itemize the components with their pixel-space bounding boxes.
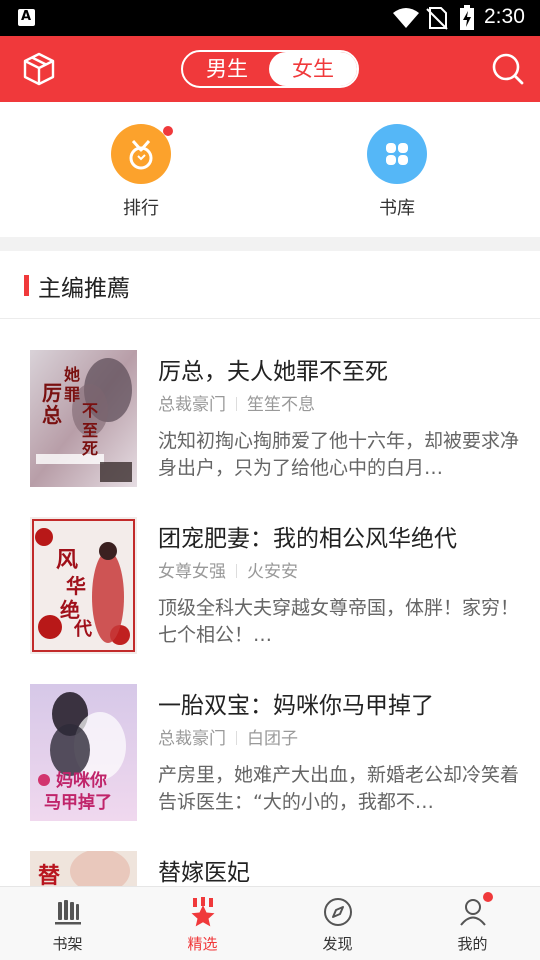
book-meta: 女尊女强 火安安 <box>158 557 298 582</box>
quick-entries: 排行 书库 <box>0 102 540 237</box>
nav-bookshelf-label: 书架 <box>52 935 83 953</box>
book-description: 产房里，她难产大出血，新婚老公却冷笑着告诉医生：“大的小的，我都不… <box>158 764 520 813</box>
book-cover[interactable]: 厉 总 她 罪 不 至 死 <box>30 350 137 487</box>
search-icon[interactable] <box>491 52 525 86</box>
svg-text:妈咪你: 妈咪你 <box>56 770 107 791</box>
rank-label: 排行 <box>123 198 159 219</box>
gender-male-tab[interactable]: 男生 <box>183 52 271 86</box>
book-box-icon[interactable] <box>22 52 56 86</box>
battery-icon <box>460 5 474 30</box>
svg-text:罪: 罪 <box>64 385 80 404</box>
section-accent-bar <box>24 275 29 296</box>
svg-text:死: 死 <box>82 439 98 458</box>
medal-icon <box>129 140 153 170</box>
gender-toggle[interactable]: 男生 女生 <box>181 50 359 88</box>
library-entry[interactable]: 书库 <box>347 124 447 220</box>
book-category: 总裁豪门 <box>158 729 226 749</box>
rank-entry[interactable]: 排行 <box>91 124 191 220</box>
book-cover[interactable]: 风 华 绝 代 <box>30 517 137 654</box>
svg-text:代: 代 <box>73 619 92 640</box>
book-description: 顶级全科大夫穿越女尊帝国，体胖！家穷！七个相公！… <box>158 597 520 646</box>
svg-text:不: 不 <box>82 401 98 420</box>
book-author: 火安安 <box>247 562 298 582</box>
rank-icon-circle <box>111 124 173 184</box>
bottom-navigation: 书架 精选 发现 我的 <box>0 886 540 960</box>
book-cover[interactable]: 替 <box>30 851 137 886</box>
nav-featured-label: 精选 <box>187 935 218 953</box>
nav-mine[interactable]: 我的 <box>405 887 540 960</box>
nav-mine-label: 我的 <box>457 935 488 953</box>
wifi-icon <box>393 8 419 28</box>
nav-featured[interactable]: 精选 <box>135 887 270 960</box>
svg-text:厉: 厉 <box>42 381 62 405</box>
app-notification-icon: A <box>18 9 35 26</box>
nav-discover[interactable]: 发现 <box>270 887 405 960</box>
status-time: 2:30 <box>484 5 525 28</box>
clover-icon <box>386 143 408 165</box>
book-title[interactable]: 团宠肥妻：我的相公风华绝代 <box>158 519 457 553</box>
book-title[interactable]: 替嫁医妃 <box>158 853 250 886</box>
book-item[interactable]: 厉 总 她 罪 不 至 死 厉总，夫人她罪不至死 总裁豪门 笙笙不息 沈知初掏心掏… <box>0 350 540 517</box>
svg-text:华: 华 <box>66 574 86 598</box>
featured-star-icon <box>191 897 215 927</box>
book-item[interactable]: 妈咪你 马甲掉了 一胎双宝：妈咪你马甲掉了 总裁豪门 白团子 产房里，她难产大出血… <box>0 684 540 851</box>
svg-text:风: 风 <box>56 547 78 573</box>
book-cover[interactable]: 妈咪你 马甲掉了 <box>30 684 137 821</box>
section-header: 主编推薦 <box>0 251 540 319</box>
section-title: 主编推薦 <box>38 276 130 302</box>
svg-text:替: 替 <box>38 863 60 886</box>
nav-mine-notification-dot <box>483 892 493 902</box>
svg-text:至: 至 <box>82 421 98 440</box>
book-title[interactable]: 厉总，夫人她罪不至死 <box>158 352 388 386</box>
no-sim-icon <box>426 7 448 30</box>
section-divider <box>0 237 540 251</box>
nav-bookshelf[interactable]: 书架 <box>0 887 135 960</box>
book-category: 女尊女强 <box>158 562 226 582</box>
book-author: 笙笙不息 <box>247 395 315 415</box>
library-label: 书库 <box>379 198 415 219</box>
library-icon-circle <box>367 124 427 184</box>
book-author: 白团子 <box>247 729 298 749</box>
book-meta: 总裁豪门 笙笙不息 <box>158 390 315 415</box>
book-item[interactable]: 替 替嫁医妃 <box>0 851 540 886</box>
compass-icon <box>324 898 352 926</box>
book-description: 沈知初掏心掏肺爱了他十六年，却被要求净身出户，只为了给他心中的白月… <box>158 430 520 479</box>
book-title[interactable]: 一胎双宝：妈咪你马甲掉了 <box>158 686 434 720</box>
svg-text:总: 总 <box>42 403 62 427</box>
svg-text:她: 她 <box>64 365 80 384</box>
book-category: 总裁豪门 <box>158 395 226 415</box>
top-header: 男生 女生 <box>0 36 540 102</box>
rank-notification-dot <box>163 126 173 136</box>
nav-discover-label: 发现 <box>322 935 353 953</box>
gender-female-tab[interactable]: 女生 <box>269 52 357 86</box>
bookshelf-icon <box>55 900 81 925</box>
book-item[interactable]: 风 华 绝 代 团宠肥妻：我的相公风华绝代 女尊女强 火安安 顶级全科大夫穿越女尊… <box>0 517 540 684</box>
svg-text:马甲掉了: 马甲掉了 <box>44 792 112 813</box>
book-meta: 总裁豪门 白团子 <box>158 724 298 749</box>
status-bar: A 2:30 <box>0 0 540 36</box>
